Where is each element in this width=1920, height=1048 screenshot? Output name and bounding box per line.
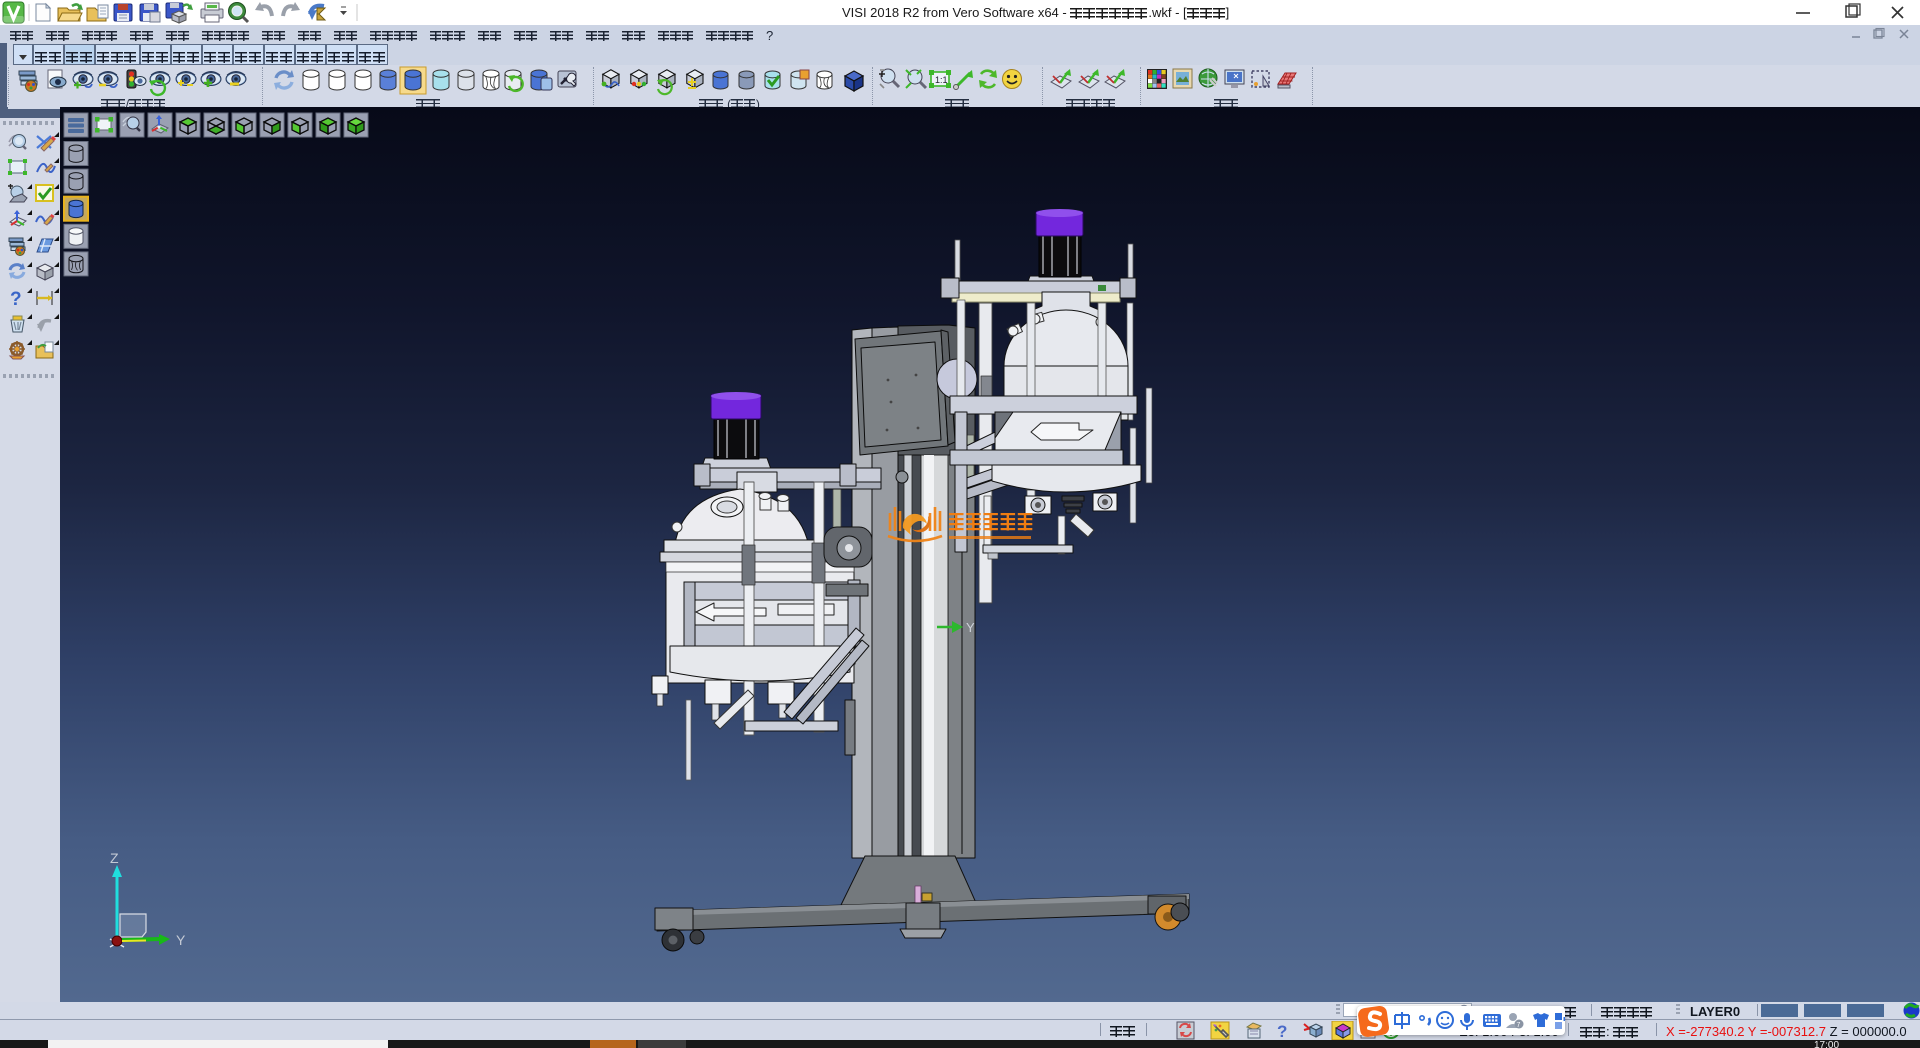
svg-text:Y: Y xyxy=(176,932,186,948)
svg-text:Z: Z xyxy=(110,850,119,866)
svg-text:7: 7 xyxy=(1517,1022,1521,1029)
svg-text:1:1: 1:1 xyxy=(935,75,948,85)
svg-text:?: ? xyxy=(10,289,22,310)
svg-text:Y: Y xyxy=(966,620,975,635)
svg-text:?: ? xyxy=(1277,1022,1287,1040)
